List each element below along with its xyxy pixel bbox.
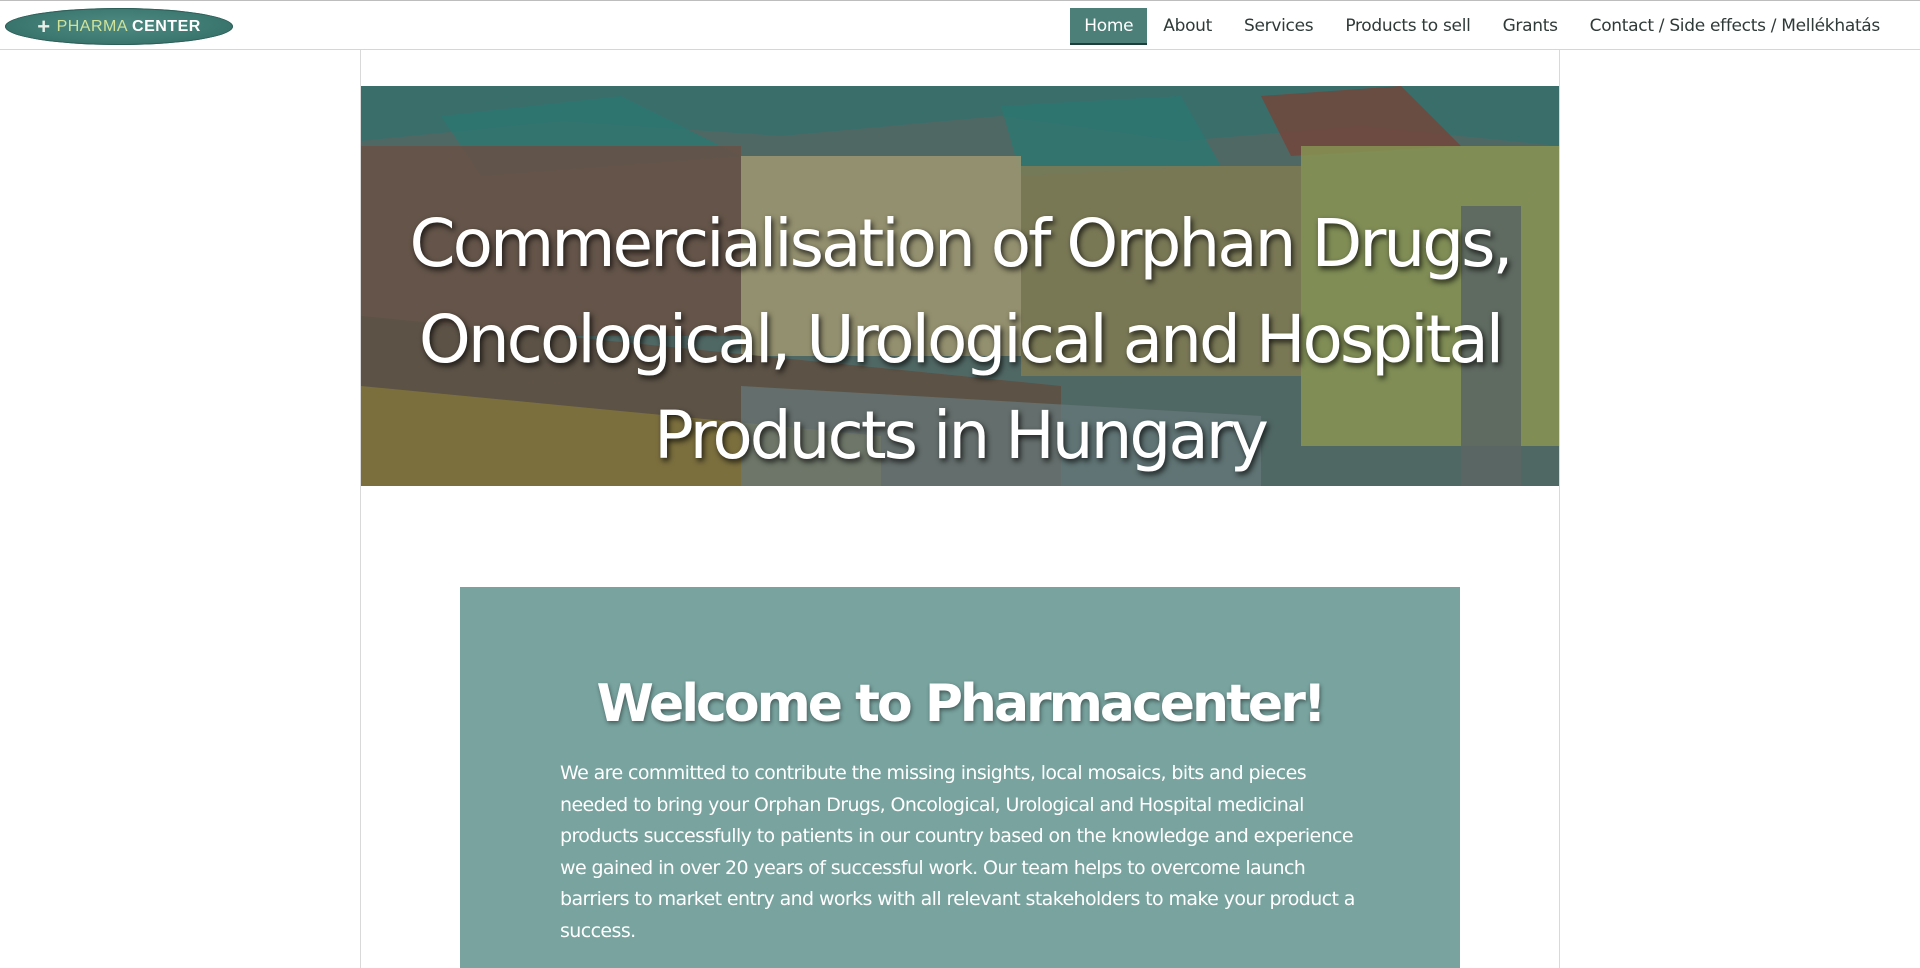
page-content: Commercialisation of Orphan Drugs, Oncol… <box>360 50 1560 968</box>
welcome-title: Welcome to Pharmacenter! <box>596 674 1326 735</box>
hero-title: Commercialisation of Orphan Drugs, Oncol… <box>401 196 1519 484</box>
hero-title-line: Products in Hungary <box>654 397 1269 475</box>
plus-cross-icon: + <box>37 13 51 39</box>
hero-banner: Commercialisation of Orphan Drugs, Oncol… <box>361 86 1559 486</box>
pharma-center-logo[interactable]: + PHARMA CENTER <box>5 8 233 45</box>
hero-title-line: Oncological, Urological and Hospital <box>418 301 1504 379</box>
welcome-panel: Welcome to Pharmacenter! We are committe… <box>460 587 1460 968</box>
hero-title-line: Commercialisation of Orphan Drugs, <box>409 205 1513 283</box>
main-menu: Home About Services Products to sell Gra… <box>1070 8 1896 45</box>
nav-item-grants[interactable]: Grants <box>1487 8 1574 45</box>
nav-item-services[interactable]: Services <box>1228 8 1329 45</box>
welcome-text: We are committed to contribute the missi… <box>560 762 1355 942</box>
nav-item-contact[interactable]: Contact / Side effects / Mellékhatás <box>1574 8 1896 45</box>
logo-word-center: CENTER <box>132 17 201 35</box>
top-navigation-bar: + PHARMA CENTER Home About Services Prod… <box>0 0 1920 50</box>
nav-item-products-to-sell[interactable]: Products to sell <box>1329 8 1486 45</box>
nav-item-home[interactable]: Home <box>1070 8 1148 45</box>
nav-item-about[interactable]: About <box>1147 8 1228 45</box>
logo-word-pharma: PHARMA <box>56 17 129 35</box>
